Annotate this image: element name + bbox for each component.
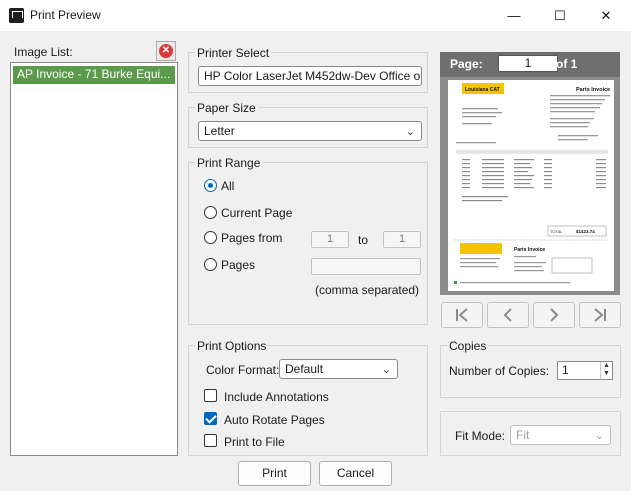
copies-value: 1 (562, 363, 569, 377)
color-format-value: Default (285, 362, 324, 376)
page-count-label: of 1 (556, 57, 578, 71)
image-list-item[interactable]: AP Invoice - 71 Burke Equi... (13, 66, 175, 84)
auto-rotate-checkbox[interactable] (204, 412, 217, 425)
invoice-table-header (456, 150, 608, 154)
total-value: $1423.74 (576, 229, 595, 234)
chevron-down-icon: ⌄ (594, 430, 604, 442)
footer-check-icon (454, 281, 457, 284)
color-format-label: Color Format: (206, 363, 280, 377)
radio-pages-label[interactable]: Pages (221, 258, 255, 272)
remove-image-button[interactable]: ✕ (156, 41, 176, 61)
first-page-icon (456, 308, 468, 322)
include-annotations-checkbox[interactable] (204, 389, 217, 402)
paper-size-dropdown[interactable]: Letter ⌄ (198, 121, 422, 141)
preview-page: Louisiana CAT Parts Invoice TOTAL $1423.… (448, 80, 614, 291)
printer-dropdown[interactable]: HP Color LaserJet M452dw-Dev Office on-p… (198, 66, 422, 86)
printer-select-title: Printer Select (195, 46, 272, 60)
radio-pages[interactable] (204, 258, 217, 271)
last-page-icon (594, 308, 606, 322)
payment-box (551, 257, 593, 274)
from-page-input[interactable]: 1 (311, 231, 349, 248)
chevron-down-icon: ⌄ (405, 126, 415, 138)
footer-note-line (460, 282, 570, 284)
total-label: TOTAL (550, 229, 563, 234)
include-annotations-label[interactable]: Include Annotations (224, 390, 329, 404)
first-page-button[interactable] (441, 302, 483, 328)
footer-heading: Parts Invoice (514, 247, 545, 253)
close-circle-icon: ✕ (159, 44, 173, 58)
print-button[interactable]: Print (238, 461, 311, 486)
radio-all[interactable] (204, 179, 217, 192)
copies-title: Copies (447, 339, 489, 353)
brand-text: Louisiana CAT (465, 87, 500, 93)
fit-mode-dropdown[interactable]: Fit ⌄ (510, 425, 611, 445)
preview-header: Page: 1 of 1 (440, 52, 620, 77)
page-number-input[interactable]: 1 (498, 55, 558, 72)
invoice-thumbnail: Louisiana CAT Parts Invoice TOTAL $1423.… (454, 83, 610, 284)
print-range-title: Print Range (195, 156, 263, 170)
pages-hint: (comma separated) (315, 283, 420, 297)
radio-current-page[interactable] (204, 206, 217, 219)
invoice-header-lines (456, 95, 610, 144)
paper-size-value: Letter (204, 124, 235, 138)
copies-spinner[interactable]: 1 ▲ ▼ (557, 361, 613, 380)
cancel-button[interactable]: Cancel (319, 461, 392, 486)
invoice-rows (462, 159, 606, 202)
print-to-file-checkbox[interactable] (204, 434, 217, 447)
next-page-button[interactable] (533, 302, 575, 328)
chevron-down-icon: ⌄ (381, 364, 391, 376)
preview-panel: Page: 1 of 1 Louisiana CAT Parts Invoice (440, 52, 620, 295)
to-page-input[interactable]: 1 (383, 231, 421, 248)
minimize-button[interactable]: — (491, 0, 537, 31)
fit-mode-label: Fit Mode: (455, 429, 506, 443)
radio-all-label[interactable]: All (221, 179, 234, 193)
paper-size-title: Paper Size (195, 101, 258, 115)
invoice-heading: Parts Invoice (576, 87, 610, 93)
radio-pages-from-label[interactable]: Pages from (221, 231, 282, 245)
previous-page-button[interactable] (487, 302, 529, 328)
auto-rotate-label[interactable]: Auto Rotate Pages (224, 413, 325, 427)
previous-page-icon (503, 308, 512, 322)
maximize-button[interactable]: ☐ (537, 0, 583, 31)
brand-logo-footer (460, 243, 502, 254)
image-list-label: Image List: (14, 45, 73, 59)
spinner-arrows-icon[interactable]: ▲ ▼ (600, 362, 612, 379)
image-list[interactable]: AP Invoice - 71 Burke Equi... (10, 62, 178, 456)
next-page-icon (550, 308, 559, 322)
radio-current-page-label[interactable]: Current Page (221, 206, 292, 220)
printer-value: HP Color LaserJet M452dw-Dev Office on-p… (204, 69, 422, 83)
to-label: to (358, 233, 369, 247)
print-options-title: Print Options (195, 339, 269, 353)
pages-input[interactable] (311, 258, 421, 275)
radio-pages-from[interactable] (204, 231, 217, 244)
remit-lines (460, 256, 546, 272)
page-label: Page: (450, 57, 483, 71)
last-page-button[interactable] (579, 302, 621, 328)
close-button[interactable]: ✕ (583, 0, 629, 31)
copies-label: Number of Copies: (449, 364, 550, 378)
fit-mode-value: Fit (516, 428, 530, 442)
window-title: Print Preview (30, 8, 101, 22)
print-to-file-label[interactable]: Print to File (224, 435, 285, 449)
title-bar: Print Preview — ☐ ✕ (0, 0, 631, 31)
color-format-dropdown[interactable]: Default ⌄ (279, 359, 398, 379)
app-icon (9, 8, 24, 23)
